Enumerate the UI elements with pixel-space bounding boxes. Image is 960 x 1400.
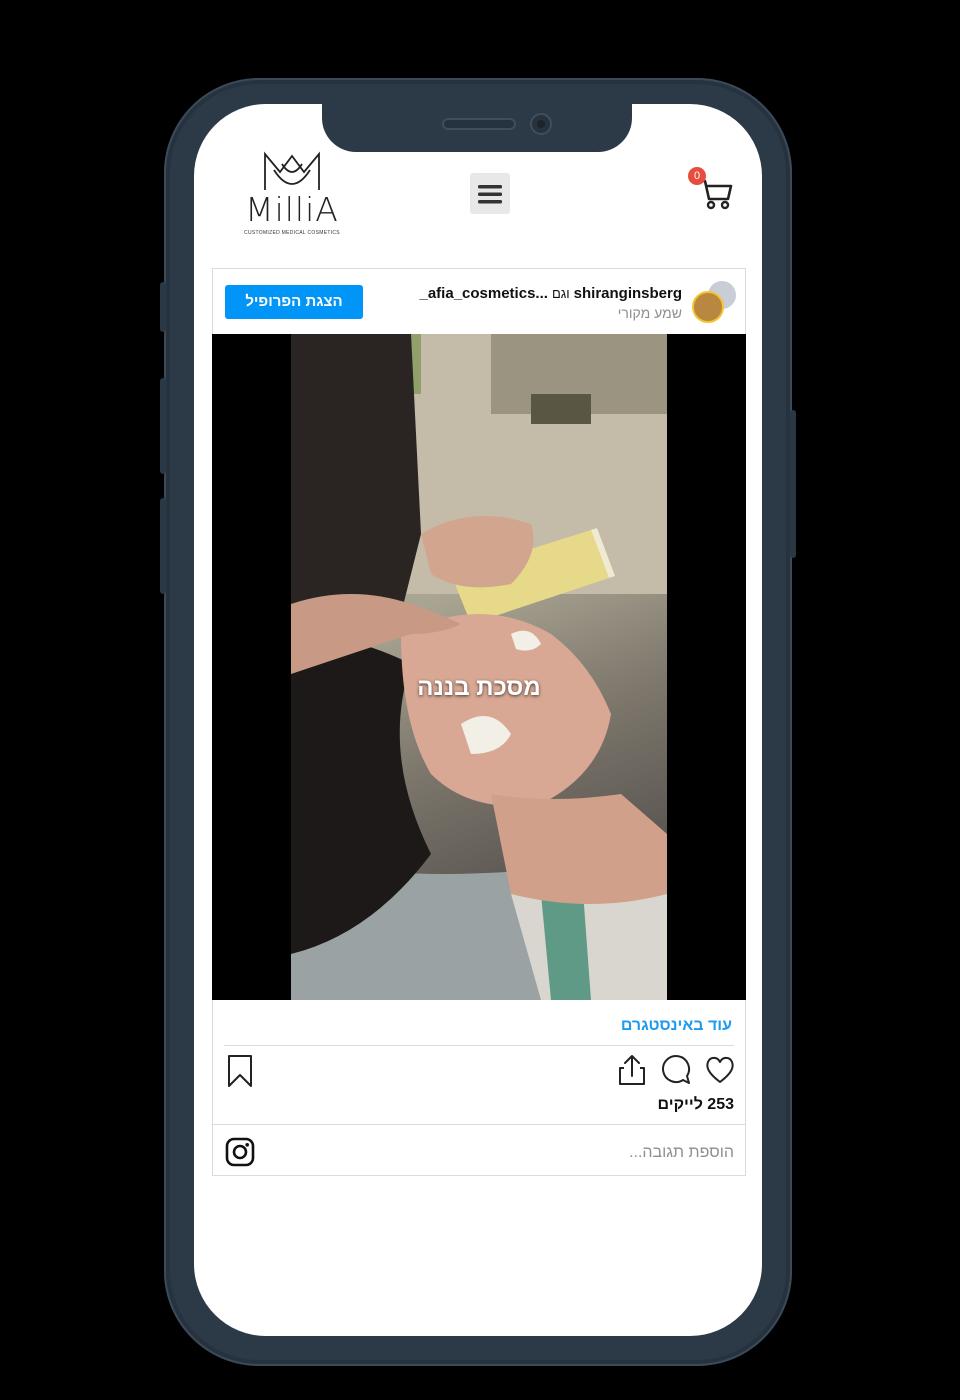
- hamburger-icon: [478, 184, 502, 203]
- author-name[interactable]: shiranginsberg: [574, 285, 682, 302]
- divider: [212, 1124, 746, 1125]
- post-authors: shiranginsberg וגם...afia_cosmetics_: [390, 285, 683, 302]
- phone-side-button: [790, 410, 796, 558]
- view-profile-button[interactable]: הצגת הפרופיל: [225, 285, 363, 319]
- video-caption: מסכת בננה: [417, 674, 541, 701]
- speaker-grille: [442, 118, 516, 130]
- instagram-icon[interactable]: [225, 1137, 255, 1167]
- logo-tagline: CUSTOMIZED MEDICAL COSMETICS: [244, 230, 340, 236]
- logo-wordmark: MilliA: [245, 190, 339, 229]
- logo-mark-icon: [264, 151, 320, 190]
- bookmark-icon[interactable]: [226, 1054, 254, 1088]
- author-avatars[interactable]: [692, 279, 738, 323]
- coauthor-name[interactable]: ...afia_cosmetics_: [420, 285, 548, 302]
- front-camera: [530, 113, 552, 135]
- more-on-instagram-link[interactable]: עוד באינסטגרם: [560, 1017, 732, 1035]
- add-comment-input[interactable]: [480, 1142, 734, 1164]
- avatar: [692, 291, 724, 323]
- post-video[interactable]: מסכת בננה: [212, 334, 746, 1000]
- menu-button[interactable]: [470, 173, 510, 214]
- cart-count-badge: 0: [688, 167, 706, 185]
- video-scene-image: [291, 334, 667, 1000]
- site-logo[interactable]: MilliA CUSTOMIZED MEDICAL COSMETICS: [230, 150, 354, 242]
- phone-side-button: [160, 378, 166, 474]
- phone-side-button: [160, 498, 166, 594]
- phone-side-button: [160, 282, 166, 332]
- video-frame: [291, 334, 667, 1000]
- audio-label[interactable]: שמע מקורי: [520, 305, 682, 321]
- author-connector: וגם: [551, 286, 570, 301]
- heart-icon[interactable]: [704, 1055, 736, 1085]
- divider: [224, 1045, 734, 1046]
- comment-icon[interactable]: [660, 1054, 692, 1086]
- share-icon[interactable]: [616, 1054, 648, 1086]
- likes-count[interactable]: 253 לייקים: [560, 1096, 734, 1114]
